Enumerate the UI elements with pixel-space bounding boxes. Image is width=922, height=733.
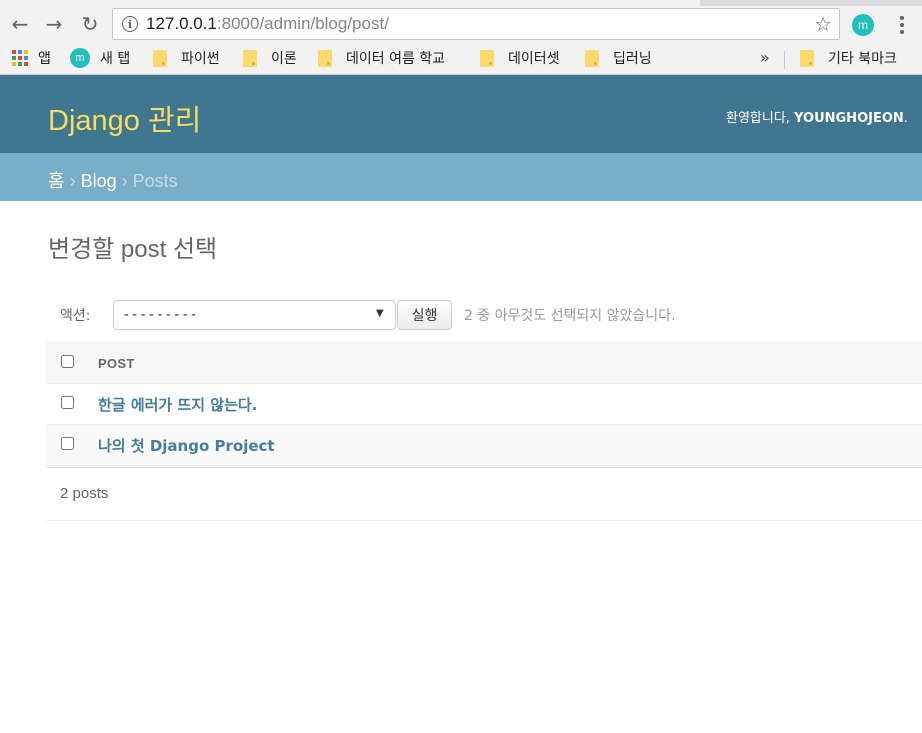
select-all-cell bbox=[46, 342, 98, 384]
address-bar[interactable]: i 127.0.0.1:8000/admin/blog/post/ ☆ bbox=[112, 8, 840, 40]
table-row: 한글 에러가 뜨지 않는다. bbox=[46, 383, 922, 425]
post-title-link[interactable]: 한글 에러가 뜨지 않는다. bbox=[98, 396, 257, 414]
extension-icon[interactable]: m bbox=[852, 14, 874, 36]
row-checkbox-cell bbox=[46, 383, 98, 425]
paginator: 2 posts bbox=[46, 467, 922, 521]
bookmark-folder-theory[interactable]: 이론 bbox=[243, 48, 297, 68]
row-checkbox-cell bbox=[46, 424, 98, 466]
bookmarks-divider bbox=[784, 51, 785, 69]
breadcrumb-separator: › bbox=[116, 171, 133, 191]
bookmark-label: 데이터 여름 학교 bbox=[346, 51, 446, 67]
folder-icon bbox=[318, 49, 332, 67]
breadcrumb: 홈 › Blog › Posts bbox=[0, 153, 922, 201]
info-icon[interactable]: i bbox=[122, 16, 138, 32]
page-title: 변경할 post 선택 bbox=[48, 236, 218, 263]
bookmark-label: 파이썬 bbox=[181, 51, 220, 67]
folder-icon bbox=[480, 49, 494, 67]
bookmark-folder-deep-learning[interactable]: 딥러닝 bbox=[585, 48, 652, 68]
bookmarks-overflow-chevron[interactable]: » bbox=[760, 48, 770, 67]
url-host: 127.0.0.1 bbox=[146, 14, 217, 33]
welcome-text: 환영합니다, bbox=[726, 111, 795, 126]
user-tools-separator: . bbox=[903, 111, 908, 126]
bookmark-label: 기타 북마크 bbox=[828, 51, 897, 67]
table-row: 나의 첫 Django Project bbox=[46, 424, 922, 466]
post-title-cell: 한글 에러가 뜨지 않는다. bbox=[98, 383, 922, 425]
breadcrumb-separator: › bbox=[64, 171, 81, 191]
url-text[interactable]: 127.0.0.1:8000/admin/blog/post/ bbox=[146, 14, 389, 34]
row-checkbox[interactable] bbox=[61, 396, 74, 409]
actions-bar: 액션: --------- ▼ 실행 2 중 아무것도 선택되지 않았습니다. bbox=[46, 298, 922, 334]
bookmark-apps[interactable]: 앱 bbox=[12, 48, 51, 68]
bookmark-label: 앱 bbox=[38, 51, 51, 67]
bookmark-folder-other[interactable]: 기타 북마크 bbox=[800, 48, 897, 68]
selection-counter: 2 중 아무것도 선택되지 않았습니다. bbox=[464, 308, 676, 324]
url-path: :8000/admin/blog/post/ bbox=[216, 14, 389, 33]
bookmark-folder-datasets[interactable]: 데이터셋 bbox=[480, 48, 560, 68]
row-checkbox[interactable] bbox=[61, 437, 74, 450]
folder-icon bbox=[585, 49, 599, 67]
username: YOUNGHOJEON bbox=[794, 111, 904, 126]
bookmark-folder-data-summer-school[interactable]: 데이터 여름 학교 bbox=[318, 48, 445, 68]
action-select[interactable]: --------- bbox=[113, 300, 396, 330]
back-arrow-icon[interactable]: ← bbox=[6, 10, 34, 38]
reload-icon[interactable]: ↻ bbox=[76, 10, 104, 38]
action-label: 액션: bbox=[60, 308, 91, 324]
breadcrumb-current: Posts bbox=[132, 171, 178, 191]
apps-grid-icon bbox=[12, 50, 28, 66]
bookmark-star-icon[interactable]: ☆ bbox=[814, 12, 832, 36]
site-branding-link[interactable]: Django 관리 bbox=[48, 97, 201, 139]
breadcrumb-home-link[interactable]: 홈 bbox=[48, 171, 65, 191]
run-action-button[interactable]: 실행 bbox=[397, 300, 452, 330]
bookmark-label: 데이터셋 bbox=[508, 51, 560, 67]
bookmark-label: 새 탭 bbox=[100, 51, 131, 67]
result-list-table: POST 한글 에러가 뜨지 않는다. 나의 첫 Django Project bbox=[46, 342, 922, 466]
post-title-cell: 나의 첫 Django Project bbox=[98, 424, 922, 466]
bookmark-label: 딥러닝 bbox=[613, 51, 652, 67]
column-header-post[interactable]: POST bbox=[98, 342, 922, 384]
bookmark-folder-python[interactable]: 파이썬 bbox=[153, 48, 220, 68]
folder-icon bbox=[153, 49, 167, 67]
browser-toolbar: ← → ↻ i 127.0.0.1:8000/admin/blog/post/ … bbox=[0, 6, 922, 42]
column-title[interactable]: POST bbox=[98, 356, 135, 371]
user-tools: 환영합니다, YOUNGHOJEON. bbox=[726, 107, 908, 126]
folder-icon bbox=[800, 49, 814, 67]
post-title-link[interactable]: 나의 첫 Django Project bbox=[98, 437, 275, 455]
breadcrumb-blog-link[interactable]: Blog bbox=[81, 171, 117, 191]
bookmarks-bar: 앱 m 새 탭 파이썬 이론 데이터 여름 학교 데이터셋 딥러닝 » 기타 북… bbox=[0, 42, 922, 75]
folder-icon bbox=[243, 49, 257, 67]
bookmark-new-tab[interactable]: m 새 탭 bbox=[70, 48, 130, 68]
kebab-menu-icon[interactable] bbox=[894, 12, 910, 38]
bookmark-label: 이론 bbox=[271, 51, 297, 67]
select-all-checkbox[interactable] bbox=[61, 355, 74, 368]
forward-arrow-icon[interactable]: → bbox=[40, 10, 68, 38]
table-header-row: POST bbox=[46, 342, 922, 384]
m-app-icon: m bbox=[70, 48, 90, 68]
admin-header: Django 관리 환영합니다, YOUNGHOJEON. bbox=[0, 75, 922, 153]
